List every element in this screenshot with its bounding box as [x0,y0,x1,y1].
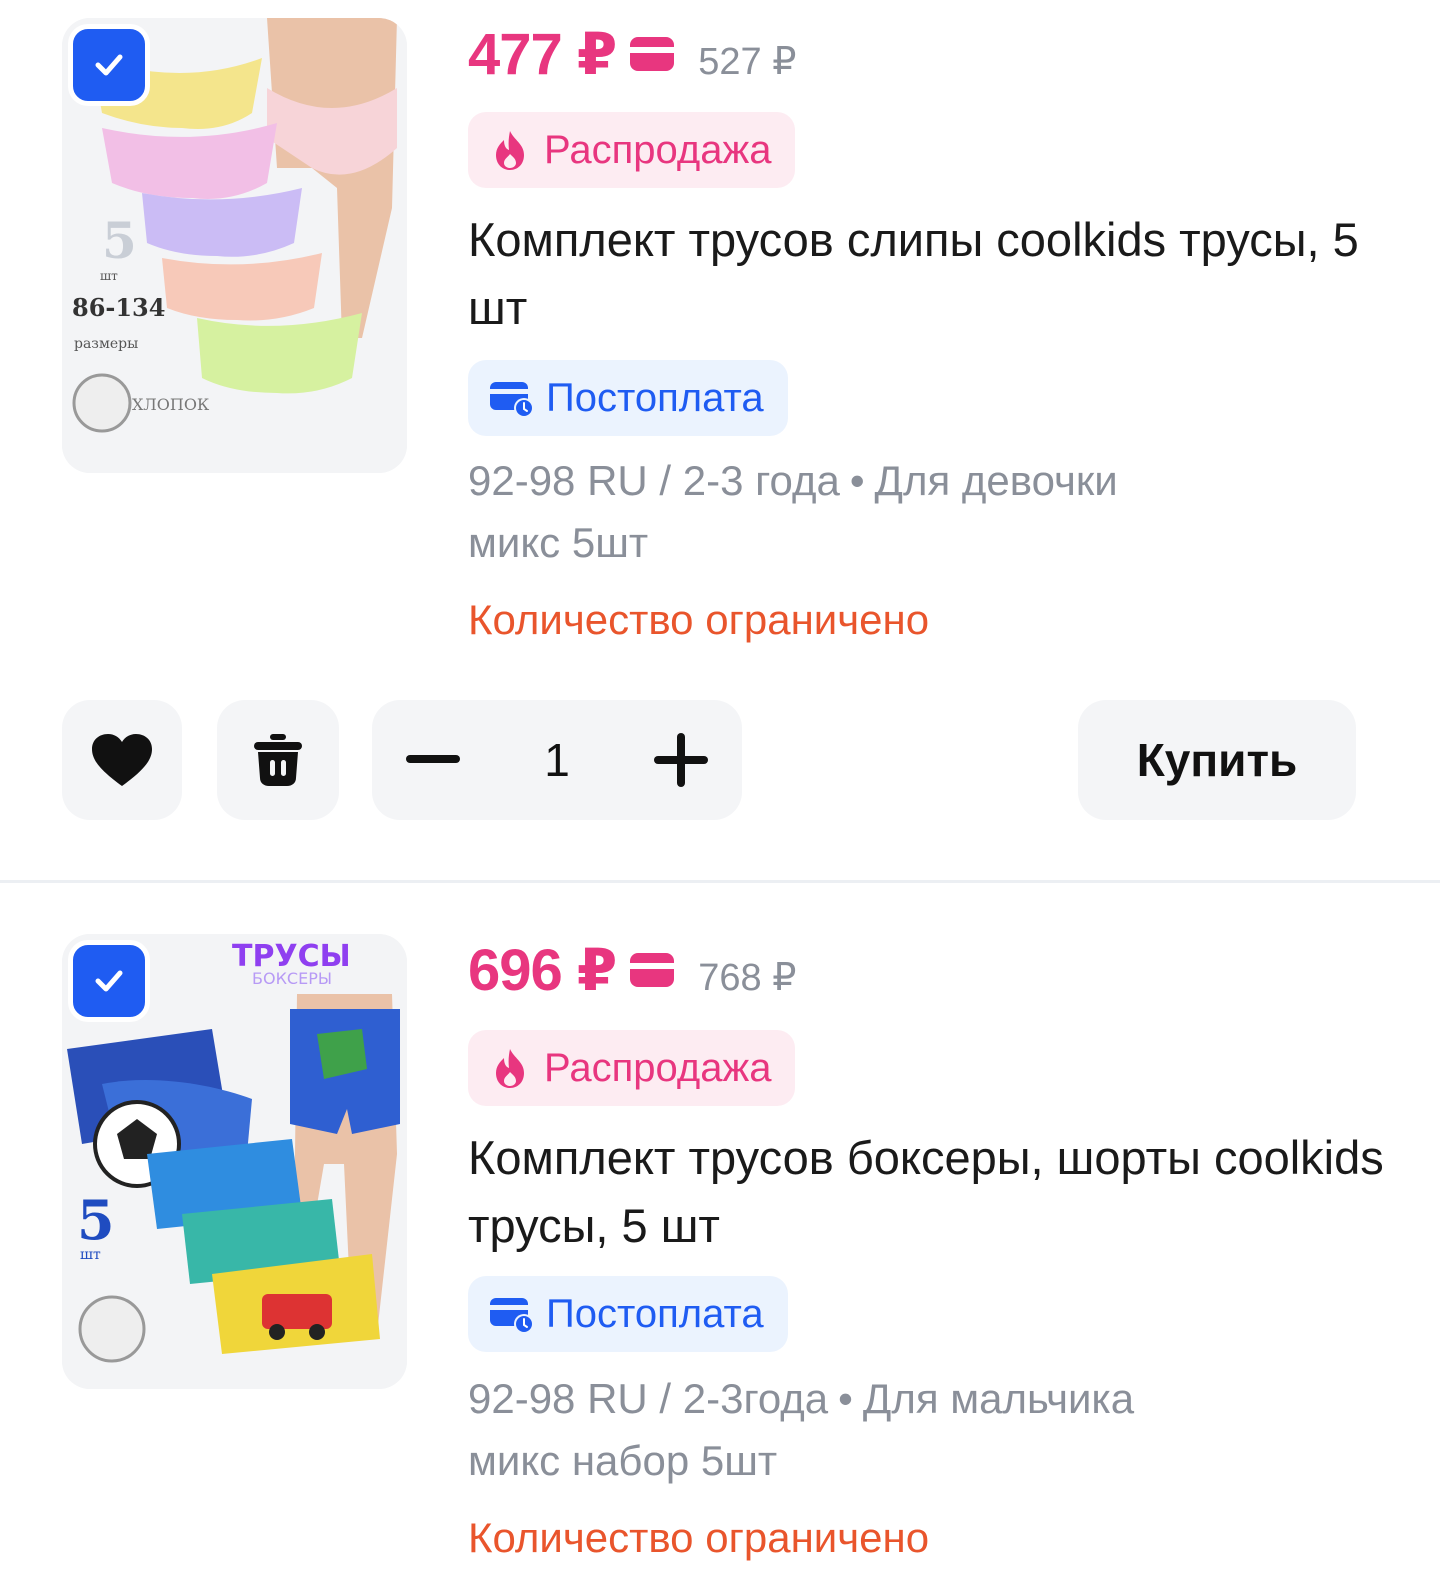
gender: Для девочки [874,457,1118,504]
fire-icon [496,131,524,170]
current-price: 477 ₽ [468,22,617,87]
stock-note: Количество ограничено [468,596,930,643]
buy-button[interactable]: Купить [1078,700,1356,820]
product-options: 92-98 RU / 2-3 года • Для девочки микс 5шт [468,450,1398,574]
separator-dot: • [849,457,865,504]
stock-note: Количество ограничено [468,1514,930,1561]
svg-text:шт: шт [100,269,118,283]
select-checkbox[interactable] [68,24,150,106]
sale-badge: Распродажа [468,112,796,188]
divider [0,880,1440,883]
sale-label: Распродажа [544,1045,772,1090]
svg-text:86-134: 86-134 [72,293,165,322]
size-age: 92-98 RU / 2-3 года [468,457,840,504]
check-icon [95,970,123,992]
postpay-label: Постоплата [546,375,764,420]
product-options: 92-98 RU / 2-3года • Для мальчика микс наб… [468,1368,1398,1492]
trash-icon [254,734,302,786]
price-row: 696 ₽ 768 ₽ [468,936,796,1004]
old-price: 527 ₽ [698,41,797,83]
current-price: 696 ₽ [468,938,617,1003]
postpay-badge[interactable]: Постоплата [468,360,788,436]
plus-icon[interactable] [654,733,708,787]
postpay-label: Постоплата [546,1291,764,1336]
cart-item: ТРУСЫ БОКСЕРЫ 5 шт 696 ₽ 768 ₽ Распродаж… [0,884,1440,1594]
quantity-stepper: 1 [372,700,742,820]
delete-button[interactable] [217,700,339,820]
svg-text:5: 5 [77,1188,115,1252]
product-title[interactable]: Комплект трусов слипы coolkids трусы, 5 … [468,206,1398,342]
sale-badge: Распродажа [468,1030,796,1106]
postpay-card-icon [490,382,534,418]
separator-dot: • [838,1375,853,1422]
size-age: 92-98 RU / 2-3года [468,1375,829,1422]
select-checkbox[interactable] [68,940,150,1022]
fire-icon [496,1049,524,1088]
buy-label: Купить [1136,734,1298,786]
card-icon [630,37,675,71]
card-icon [630,953,675,987]
favorite-button[interactable] [62,700,182,820]
heart-icon [92,734,152,786]
price-row: 477 ₽ 527 ₽ [468,20,796,88]
svg-text:5: 5 [102,211,137,270]
product-title[interactable]: Комплект трусов боксеры, шорты coolkids … [468,1124,1398,1260]
old-price: 768 ₽ [698,957,797,999]
svg-text:БОКСЕРЫ: БОКСЕРЫ [252,969,332,988]
svg-text:ХЛОПОК: ХЛОПОК [132,395,210,414]
quantity-value: 1 [544,734,570,786]
gender: Для мальчика [862,1375,1135,1422]
check-icon [95,54,123,76]
svg-text:размеры: размеры [74,336,138,352]
variant: микс набор 5шт [468,1437,778,1484]
minus-icon[interactable] [406,755,460,765]
svg-text:шт: шт [80,1247,101,1263]
sale-label: Распродажа [544,127,772,172]
postpay-badge[interactable]: Постоплата [468,1276,788,1352]
cart-item: 5 шт 86-134 размеры ХЛОПОК 477 ₽ 527 ₽ Р… [0,0,1440,880]
postpay-card-icon [490,1298,534,1334]
variant: микс 5шт [468,519,649,566]
